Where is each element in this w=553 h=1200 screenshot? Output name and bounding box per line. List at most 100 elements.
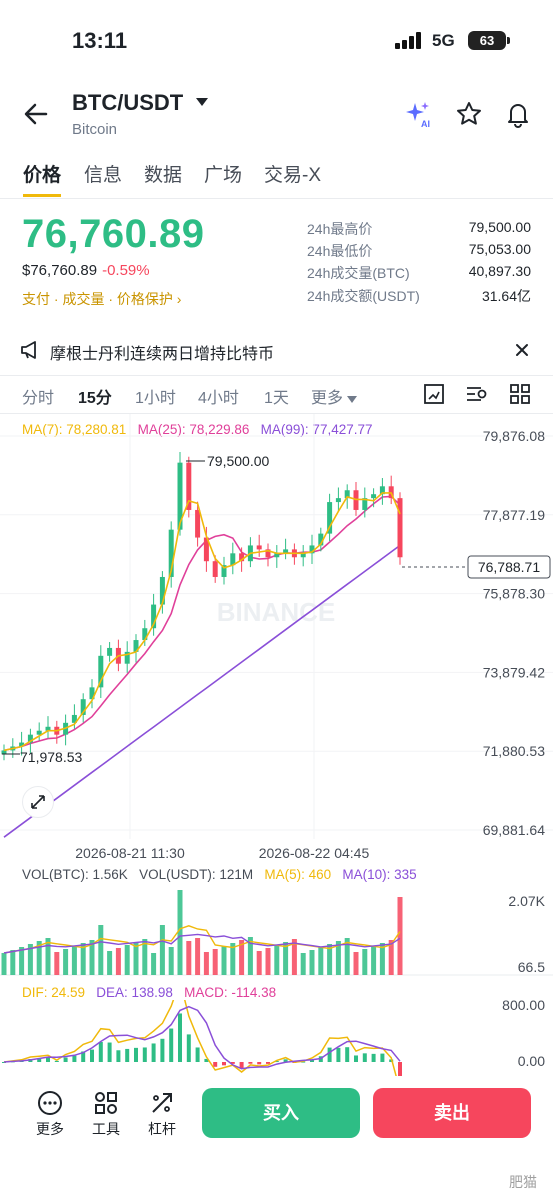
volume-bar bbox=[256, 951, 262, 975]
stat-label-high: 24h最高价 bbox=[307, 221, 373, 237]
volume-legend: VOL(BTC): 1.56K VOL(USDT): 121M MA(5): 4… bbox=[22, 867, 417, 882]
interval-15m[interactable]: 15分 bbox=[78, 384, 112, 408]
vol-usdt-legend: VOL(USDT): 121M bbox=[139, 867, 254, 882]
expand-arrows-icon bbox=[31, 795, 45, 809]
tab-square[interactable]: 广场 bbox=[204, 160, 242, 187]
macd-tick-zero: 0.00 bbox=[518, 1053, 545, 1069]
volume-bar bbox=[309, 950, 315, 975]
volume-bar bbox=[397, 897, 403, 975]
volume-bar bbox=[265, 948, 271, 975]
ai-sparkle-icon[interactable]: AI bbox=[404, 100, 434, 135]
macd-bar bbox=[72, 1055, 77, 1062]
caret-down-icon bbox=[347, 396, 358, 403]
fullscreen-button[interactable] bbox=[22, 786, 54, 818]
volume-bar bbox=[168, 947, 174, 975]
volume-bar bbox=[115, 948, 121, 975]
change-pct: -0.59% bbox=[102, 262, 150, 279]
leverage-button[interactable]: 杠杆 bbox=[142, 1090, 182, 1139]
volume-bar bbox=[203, 952, 209, 975]
news-notice[interactable]: 摩根士丹利连续两日增持比特币 bbox=[0, 330, 553, 370]
interval-4h[interactable]: 4小时 bbox=[198, 384, 239, 408]
tab-price[interactable]: 价格 bbox=[23, 160, 61, 187]
volume-bar bbox=[19, 947, 25, 975]
usd-value: $76,760.89 bbox=[22, 262, 98, 279]
star-icon[interactable] bbox=[455, 100, 483, 133]
macd-bar bbox=[169, 1028, 174, 1062]
macd-bar bbox=[160, 1038, 165, 1062]
tab-data[interactable]: 数据 bbox=[144, 160, 182, 187]
macd-bar bbox=[239, 1062, 244, 1068]
pair-title[interactable]: BTC/USDT bbox=[72, 90, 209, 116]
macd-bar bbox=[345, 1047, 350, 1062]
tab-info[interactable]: 信息 bbox=[84, 160, 122, 187]
y-tick-label: 79,876.08 bbox=[483, 428, 545, 444]
ma25-line bbox=[3, 495, 401, 752]
dif-legend: DIF: 24.59 bbox=[22, 985, 86, 1000]
macd-bar bbox=[336, 1047, 341, 1062]
more-label: 更多 bbox=[36, 1121, 64, 1137]
volume-bar bbox=[71, 946, 77, 975]
macd-bar bbox=[178, 1013, 182, 1062]
binance-watermark: BINANCE bbox=[217, 597, 335, 627]
indicator-settings-icon[interactable] bbox=[465, 383, 489, 410]
macd-bar bbox=[116, 1050, 121, 1062]
macd-bar bbox=[371, 1053, 376, 1062]
pair-symbol: BTC/USDT bbox=[72, 90, 184, 115]
main-tabs: 价格 信息 数据 广场 交易-X bbox=[0, 150, 553, 198]
buy-button[interactable]: 买入 bbox=[202, 1088, 360, 1138]
macd-bar bbox=[213, 1062, 218, 1067]
macd-bar bbox=[63, 1057, 68, 1062]
dif-line bbox=[3, 1000, 397, 1076]
interval-more[interactable]: 更多 bbox=[311, 384, 358, 408]
tab-underline bbox=[23, 194, 61, 197]
candle-body bbox=[256, 545, 262, 550]
status-time: 13:11 bbox=[72, 28, 128, 53]
macd-legend: DIF: 24.59 DEA: 138.98 MACD: -114.38 bbox=[22, 985, 276, 1000]
tools-button[interactable]: 工具 bbox=[86, 1090, 126, 1139]
grid-layout-icon[interactable] bbox=[509, 383, 531, 410]
interval-line[interactable]: 分时 bbox=[22, 384, 54, 408]
ma25-path bbox=[3, 495, 401, 752]
macd-bar bbox=[327, 1047, 332, 1062]
candlestick-chart[interactable]: BINANCE 79,500.00 71,978.53 76,788.71 79… bbox=[0, 414, 553, 866]
tools-icon bbox=[95, 1092, 117, 1114]
network-label: 5G bbox=[432, 31, 455, 50]
y-tick-label: 75,878.30 bbox=[483, 586, 545, 602]
vol-tick-bottom: 66.5 bbox=[518, 959, 545, 975]
sell-button[interactable]: 卖出 bbox=[373, 1088, 531, 1138]
candle-body bbox=[335, 498, 341, 503]
macd-bar bbox=[257, 1062, 262, 1065]
ma99-line bbox=[3, 544, 401, 838]
volume-chart[interactable]: 2.07K 66.5 bbox=[0, 886, 553, 978]
volume-bar bbox=[151, 953, 157, 975]
macd-value-legend: MACD: -114.38 bbox=[184, 985, 277, 1000]
macd-bar bbox=[125, 1048, 130, 1062]
y-tick-label: 69,881.64 bbox=[483, 822, 545, 838]
bell-icon[interactable] bbox=[504, 100, 532, 133]
macd-bar bbox=[362, 1053, 367, 1062]
stat-label-vol-usdt: 24h成交额(USDT) bbox=[307, 288, 420, 304]
price-links[interactable]: 支付 · 成交量 · 价格保护 › bbox=[22, 289, 181, 309]
stat-label-vol-btc: 24h成交量(BTC) bbox=[307, 265, 410, 281]
x-label-2: 2026-08-22 04:45 bbox=[259, 845, 370, 861]
back-arrow-icon[interactable] bbox=[22, 100, 50, 128]
notice-text: 摩根士丹利连续两日增持比特币 bbox=[50, 346, 275, 363]
tools-label: 工具 bbox=[92, 1121, 120, 1137]
caret-down-icon bbox=[196, 98, 209, 106]
macd-tick-top: 800.00 bbox=[502, 1000, 545, 1013]
tab-trade-x[interactable]: 交易-X bbox=[264, 160, 321, 187]
more-dots-icon bbox=[38, 1091, 62, 1115]
macd-chart[interactable]: 800.00 0.00 bbox=[0, 1000, 553, 1076]
volume-bar bbox=[186, 941, 192, 975]
low-marker-label: 71,978.53 bbox=[20, 749, 82, 765]
pair-name: Bitcoin bbox=[72, 121, 118, 138]
volume-bar bbox=[124, 945, 130, 975]
macd-bar bbox=[90, 1049, 94, 1062]
volume-bar bbox=[159, 925, 165, 975]
interval-1d[interactable]: 1天 bbox=[264, 384, 289, 408]
more-button[interactable]: 更多 bbox=[30, 1090, 70, 1139]
chart-expand-icon[interactable] bbox=[423, 383, 445, 410]
close-icon[interactable] bbox=[514, 342, 530, 363]
macd-bar bbox=[380, 1053, 385, 1062]
interval-1h[interactable]: 1小时 bbox=[135, 384, 176, 408]
